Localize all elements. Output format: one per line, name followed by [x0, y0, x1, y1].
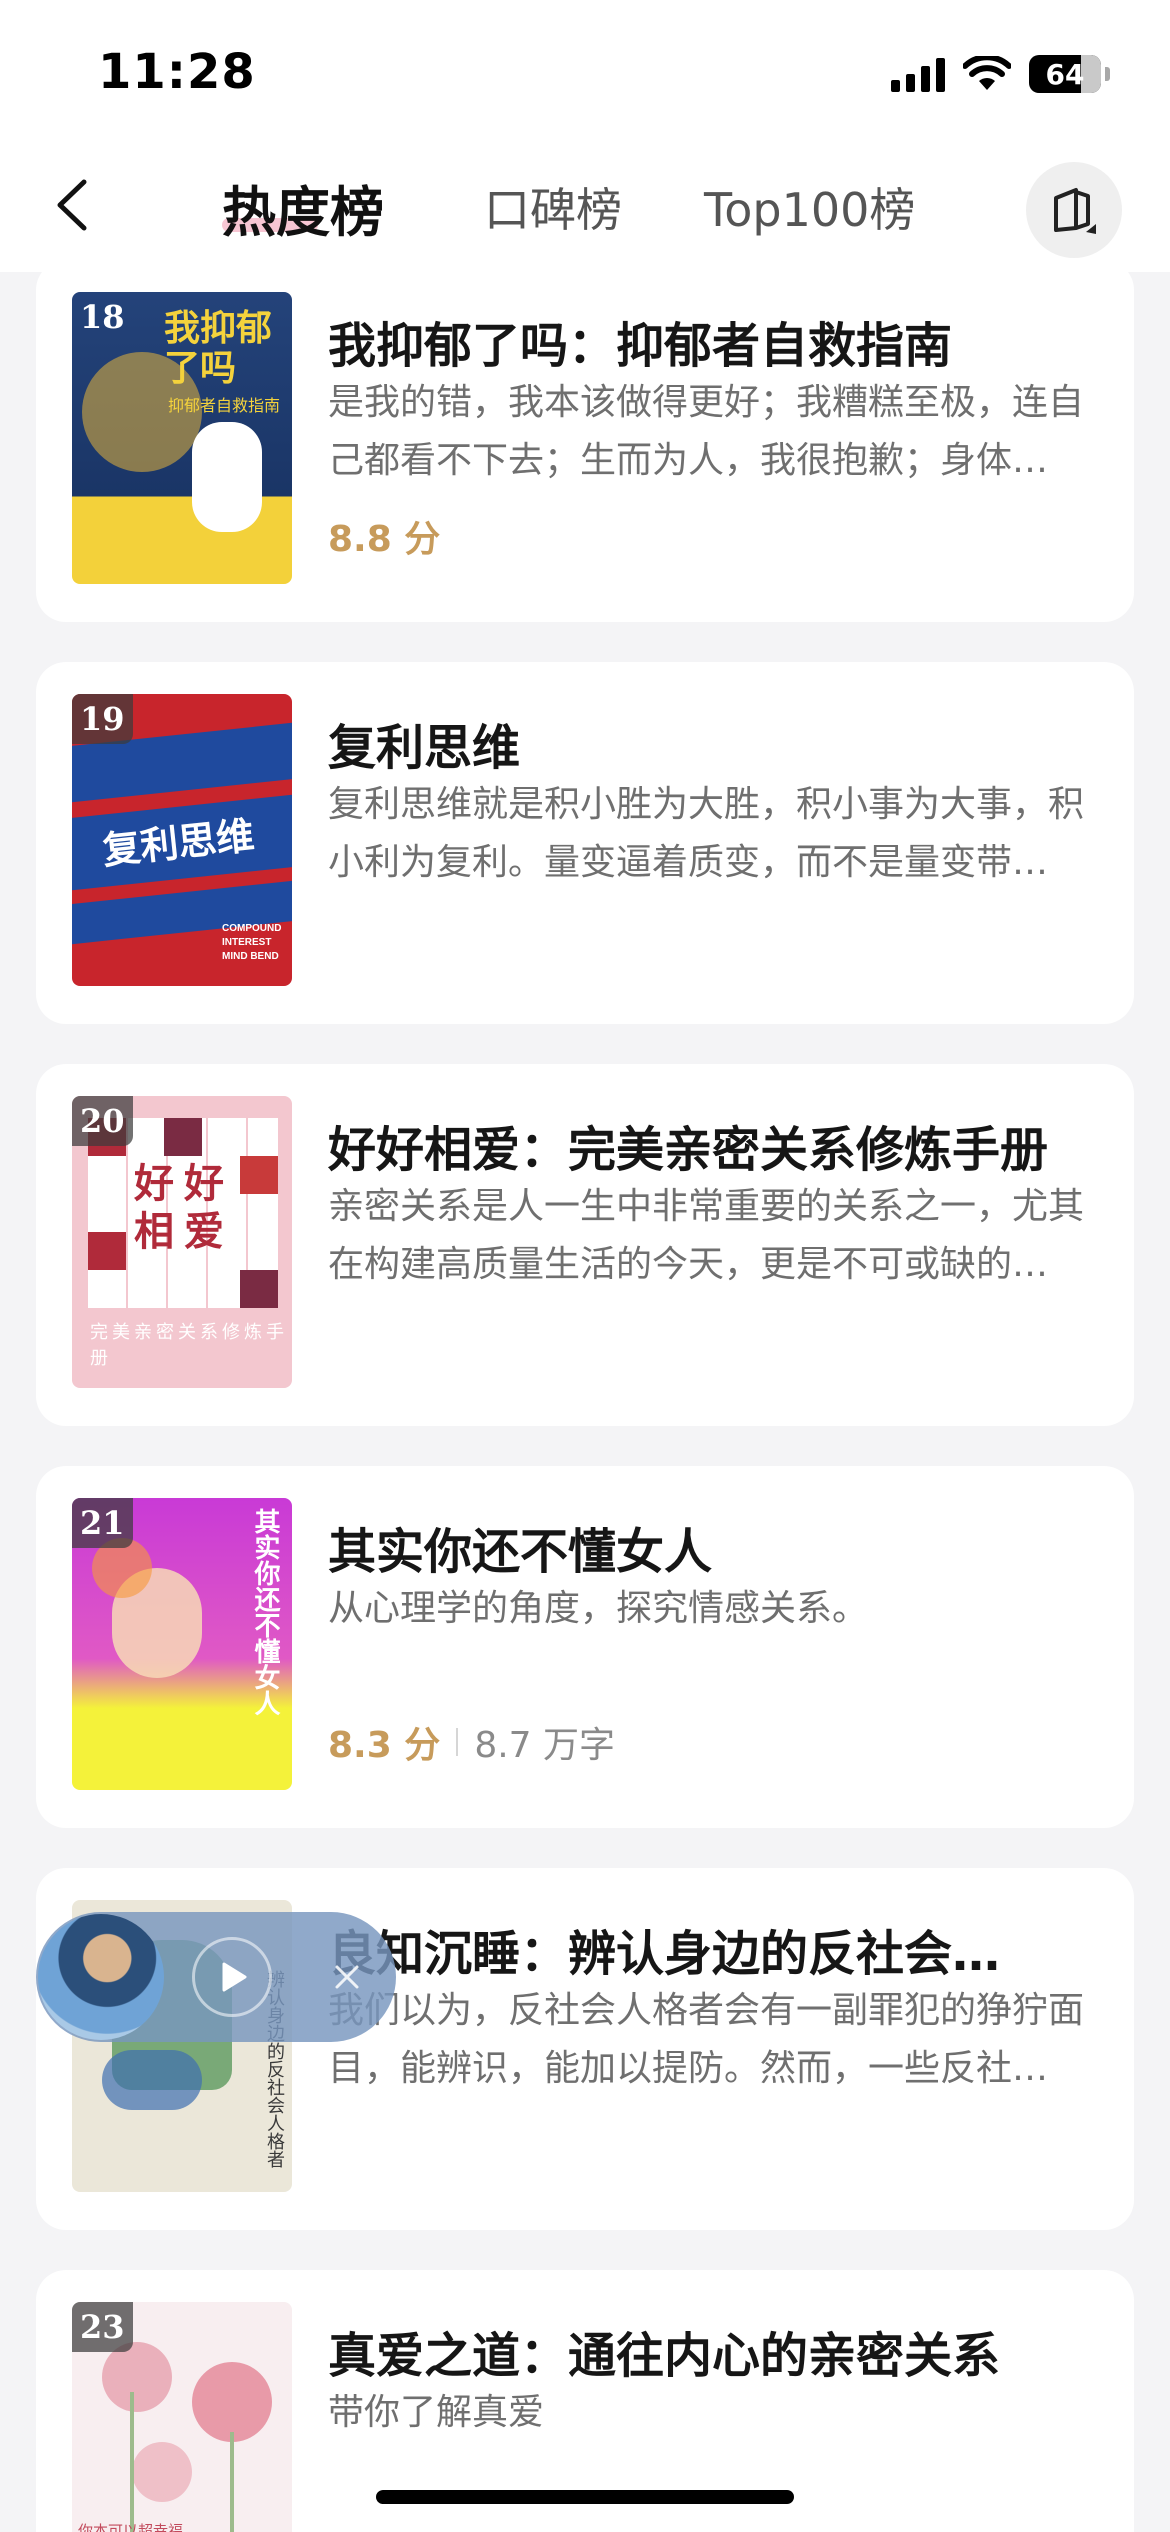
book-title: 我抑郁了吗：抑郁者自救指南 — [328, 318, 953, 374]
book-description: 复利思维就是积小胜为大胜，积小事为大事，积小利为复利。量变逼着质变，而不是量变带… — [328, 784, 1085, 883]
book-cover: 复利思维 COMPOUND INTEREST MIND BEND 19 — [72, 694, 292, 986]
book-description: 带你了解真爱 — [328, 2392, 545, 2433]
book-title: 复利思维 — [328, 720, 521, 776]
book-description: 亲密关系是人一生中非常重要的关系之一，尤其在构建高质量生活的今天，更是不可或缺的… — [328, 1186, 1085, 1285]
play-button[interactable] — [192, 1937, 272, 2017]
rank-badge: 18 — [80, 298, 125, 336]
cover-title: 你本可以超幸福 — [78, 2522, 184, 2532]
book-title: 好好相爱：完美亲密关系修炼手册 — [328, 1122, 1049, 1178]
book-description: 从心理学的角度，探究情感关系。 — [328, 1588, 869, 1629]
tab-reputation[interactable]: 口碑榜 — [484, 174, 622, 240]
rank-badge: 19 — [72, 694, 133, 744]
book-card[interactable]: 好好相爱 完美亲密关系修炼手册 20 好好相爱：完美亲密关系修炼手册 亲密关系是… — [36, 1064, 1134, 1426]
back-button[interactable] — [44, 170, 104, 240]
book-card[interactable]: 复利思维 COMPOUND INTEREST MIND BEND 19 复利思维… — [36, 662, 1134, 1024]
book-title: 真爱之道：通往内心的亲密关系 — [328, 2328, 1001, 2384]
book-title: 良知沉睡：辨认身边的反社会… — [328, 1926, 1001, 1982]
share-icon — [1054, 188, 1096, 234]
book-card[interactable]: 其实你还不懂女人 21 其实你还不懂女人 从心理学的角度，探究情感关系。 8.3… — [36, 1466, 1134, 1828]
home-indicator — [376, 2490, 794, 2504]
signal-icon — [891, 56, 945, 92]
battery-percent: 64 — [1045, 57, 1085, 91]
book-score: 8.8 分 — [328, 519, 441, 560]
chevron-left-icon — [57, 179, 87, 231]
cover-title: 好好相爱 — [134, 1160, 234, 1255]
player-avatar[interactable] — [38, 1914, 164, 2040]
battery-nub — [1105, 67, 1110, 81]
play-icon — [222, 1962, 247, 1992]
header: 热度榜 口碑榜 Top100榜 — [0, 140, 1170, 272]
floating-audio-player[interactable] — [36, 1912, 396, 2042]
cover-subtitle: 抑郁者自救指南 — [168, 396, 281, 415]
close-icon — [335, 1965, 359, 1989]
rank-badge: 20 — [72, 1096, 133, 1146]
book-description: 我们以为，反社会人格者会有一副罪犯的狰狞面目，能辨识，能加以提防。然而，一些反社… — [328, 1990, 1085, 2089]
book-cover: 好好相爱 完美亲密关系修炼手册 20 — [72, 1096, 292, 1388]
book-cover: 我抑郁了吗 抑郁者自救指南 18 — [72, 292, 292, 584]
close-player-button[interactable] — [320, 1950, 374, 2004]
status-icons: 64 — [891, 52, 1110, 96]
tab-top100[interactable]: Top100榜 — [704, 174, 915, 240]
book-cover: 其实你还不懂女人 21 — [72, 1498, 292, 1790]
tab-hot[interactable]: 热度榜 — [222, 168, 384, 247]
book-list: 我抑郁了吗 抑郁者自救指南 18 我抑郁了吗：抑郁者自救指南 是我的错，我本该做… — [0, 272, 1170, 2532]
status-bar: 11:28 64 — [0, 0, 1170, 140]
book-meta: 8.8 分 — [328, 510, 440, 562]
book-title: 其实你还不懂女人 — [328, 1524, 713, 1580]
share-button[interactable] — [1026, 162, 1122, 258]
wifi-icon — [963, 56, 1011, 90]
book-meta: 8.3 分 8.7 万字 — [328, 1716, 615, 1768]
rank-badge: 21 — [72, 1498, 133, 1548]
status-time: 11:28 — [98, 44, 256, 100]
cover-subtitle: 完美亲密关系修炼手册 — [90, 1322, 288, 1369]
meta-divider — [456, 1728, 459, 1756]
cover-title: 我抑郁了吗 — [164, 307, 273, 389]
cover-title: 其实你还不懂女人 — [250, 1508, 280, 1716]
book-cover: 你本可以超幸福 23 — [72, 2302, 292, 2532]
battery-icon: 64 — [1029, 55, 1101, 93]
book-card[interactable]: 我抑郁了吗 抑郁者自救指南 18 我抑郁了吗：抑郁者自救指南 是我的错，我本该做… — [36, 272, 1134, 622]
book-word-count: 8.7 万字 — [474, 1725, 616, 1766]
rank-badge: 23 — [72, 2302, 133, 2352]
book-score: 8.3 分 — [328, 1725, 441, 1766]
book-description: 是我的错，我本该做得更好；我糟糕至极，连自己都看不下去；生而为人，我很抱歉；身体… — [328, 382, 1085, 481]
cover-subtitle: COMPOUND INTEREST MIND BEND — [222, 923, 282, 962]
